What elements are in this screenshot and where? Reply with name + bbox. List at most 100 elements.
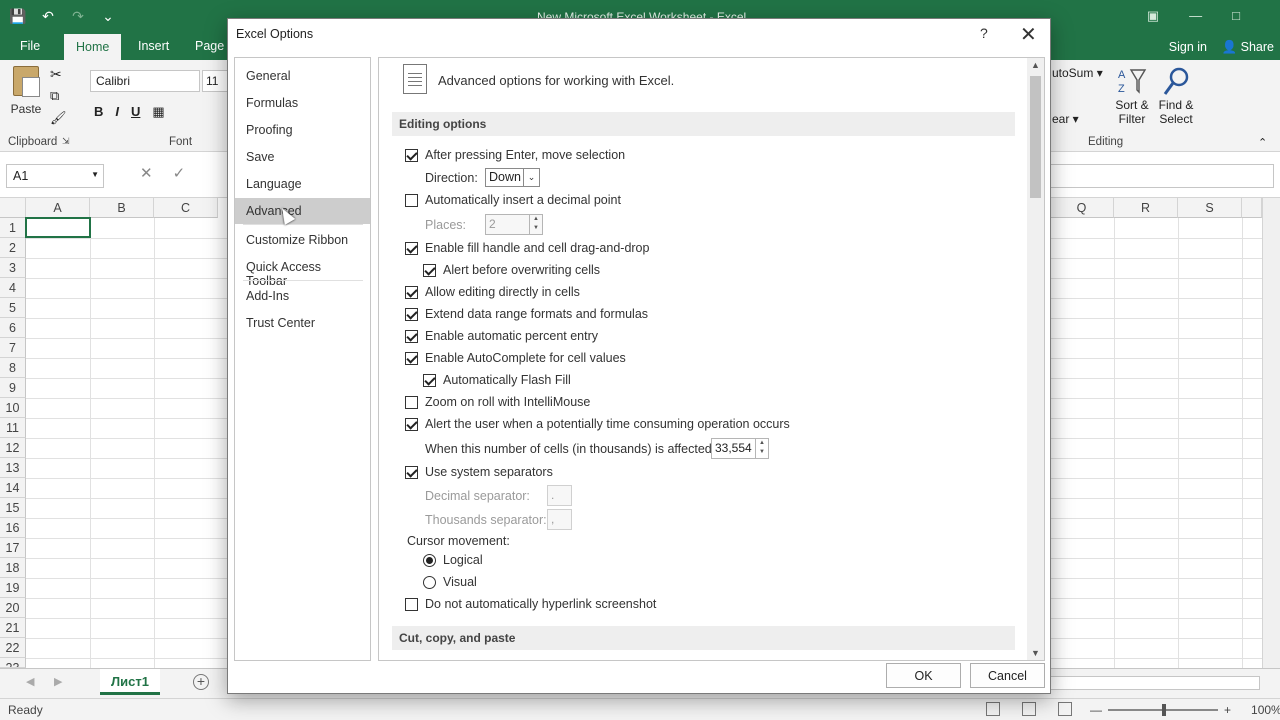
cut-icon[interactable]: ✂ [50,66,62,83]
thousands-separator-input[interactable]: , [547,509,572,530]
alert-overwrite-checkbox[interactable] [423,264,436,277]
places-spinner[interactable]: 2 ▲ ▼ [485,214,543,235]
nav-item-formulas[interactable]: Formulas [235,90,370,116]
zoom-slider-thumb[interactable] [1162,704,1166,716]
autocomplete-checkbox[interactable] [405,352,418,365]
clear-button[interactable]: ear ▾ [1052,112,1079,126]
nav-item-general[interactable]: General [235,63,370,89]
row-header[interactable]: 18 [0,558,26,578]
column-header-a[interactable]: A [26,198,90,218]
row-header[interactable]: 13 [0,458,26,478]
select-all-corner[interactable] [0,198,26,218]
share-button[interactable]: 👤 Share [1222,40,1274,55]
flash-fill-checkbox[interactable] [423,374,436,387]
font-size-select[interactable]: 11 [202,70,228,92]
row-header[interactable]: 8 [0,358,26,378]
format-painter-icon[interactable]: 🖌 [50,110,67,126]
nav-item-customize-ribbon[interactable]: Customize Ribbon [235,227,370,253]
font-name-select[interactable]: Calibri [90,70,200,92]
zoom-slider[interactable] [1108,704,1218,716]
close-icon[interactable]: ✕ [1020,22,1037,47]
redo-icon[interactable]: ↷ [68,6,88,26]
extend-formats-checkbox[interactable] [405,308,418,321]
row-header[interactable]: 22 [0,638,26,658]
row-header[interactable]: 11 [0,418,26,438]
tab-page-layout[interactable]: Page [195,39,224,53]
auto-decimal-checkbox[interactable] [405,194,418,207]
tab-insert[interactable]: Insert [138,39,169,53]
percent-entry-checkbox[interactable] [405,330,418,343]
active-cell-a1[interactable] [25,217,91,238]
row-header[interactable]: 1 [0,218,26,238]
visual-radio[interactable] [423,576,436,589]
no-hyperlink-checkbox[interactable] [405,598,418,611]
row-header[interactable]: 14 [0,478,26,498]
fill-handle-checkbox[interactable] [405,242,418,255]
nav-item-add-ins[interactable]: Add-Ins [235,283,370,309]
row-header[interactable]: 9 [0,378,26,398]
row-header[interactable]: 6 [0,318,26,338]
row-header[interactable]: 19 [0,578,26,598]
zoom-intellimouse-checkbox[interactable] [405,396,418,409]
zoom-in-icon[interactable]: + [1224,703,1231,717]
maximize-icon[interactable]: □ [1232,8,1240,24]
copy-icon[interactable]: ⧉ [50,88,59,104]
autosum-button[interactable]: utoSum ▾ [1052,66,1103,80]
prev-sheet-icon[interactable]: ◀ [26,675,34,688]
help-button[interactable]: ? [980,25,988,41]
column-header-s[interactable]: S [1178,198,1242,218]
next-sheet-icon[interactable]: ▶ [54,675,62,688]
after-enter-checkbox[interactable] [405,149,418,162]
row-header[interactable]: 10 [0,398,26,418]
direction-select[interactable]: Down ⌄ [485,168,540,187]
row-header[interactable]: 3 [0,258,26,278]
scroll-down-icon[interactable]: ▼ [1027,648,1044,658]
nav-item-trust-center[interactable]: Trust Center [235,310,370,336]
row-header[interactable]: 5 [0,298,26,318]
row-header[interactable]: 12 [0,438,26,458]
row-header[interactable]: 21 [0,618,26,638]
nav-item-advanced[interactable]: Advanced [235,198,370,224]
sign-in-link[interactable]: Sign in [1169,40,1207,54]
column-header-r[interactable]: R [1114,198,1178,218]
zoom-level[interactable]: 100% [1251,703,1280,717]
decimal-separator-input[interactable]: . [547,485,572,506]
cells-affected-spinner[interactable]: 33,554 ▲ ▼ [711,438,769,459]
row-header[interactable]: 17 [0,538,26,558]
formula-input[interactable] [1046,164,1274,188]
ribbon-display-icon[interactable]: ▣ [1147,8,1159,24]
sort-filter-button[interactable]: AZ Sort & Filter [1112,66,1152,126]
system-separators-checkbox[interactable] [405,466,418,479]
ok-button[interactable]: OK [886,663,961,688]
row-header[interactable]: 4 [0,278,26,298]
cancel-entry-icon[interactable]: ✕ [140,164,153,182]
column-header-b[interactable]: B [90,198,154,218]
nav-item-language[interactable]: Language [235,171,370,197]
column-header-q[interactable]: Q [1050,198,1114,218]
sheet-tab-1[interactable]: Лист1 [100,669,160,695]
logical-radio[interactable] [423,554,436,567]
clipboard-launcher-icon[interactable]: ⇲ [62,136,70,147]
column-header-c[interactable]: C [154,198,218,218]
column-header-t[interactable] [1242,198,1262,218]
row-header[interactable]: 16 [0,518,26,538]
scroll-up-icon[interactable]: ▲ [1027,60,1044,70]
tab-home[interactable]: Home [64,34,122,60]
row-header[interactable]: 23 [0,658,26,668]
collapse-ribbon-icon[interactable]: ⌃ [1258,136,1267,149]
confirm-entry-icon[interactable]: ✓ [173,164,186,182]
normal-view-icon[interactable] [986,702,1000,716]
page-break-view-icon[interactable] [1058,702,1072,716]
nav-item-proofing[interactable]: Proofing [235,117,370,143]
borders-icon[interactable]: ▦ [152,104,164,120]
alert-time-checkbox[interactable] [405,418,418,431]
row-header[interactable]: 2 [0,238,26,258]
edit-in-cells-checkbox[interactable] [405,286,418,299]
sheet-vertical-scrollbar[interactable] [1262,198,1280,668]
paste-button[interactable]: Paste [10,66,42,124]
nav-item-save[interactable]: Save [235,144,370,170]
undo-icon[interactable]: ↶ [38,6,58,26]
name-box[interactable]: A1 ▼ [6,164,104,188]
page-layout-view-icon[interactable] [1022,702,1036,716]
sheet-horizontal-scrollbar[interactable] [1050,676,1260,690]
